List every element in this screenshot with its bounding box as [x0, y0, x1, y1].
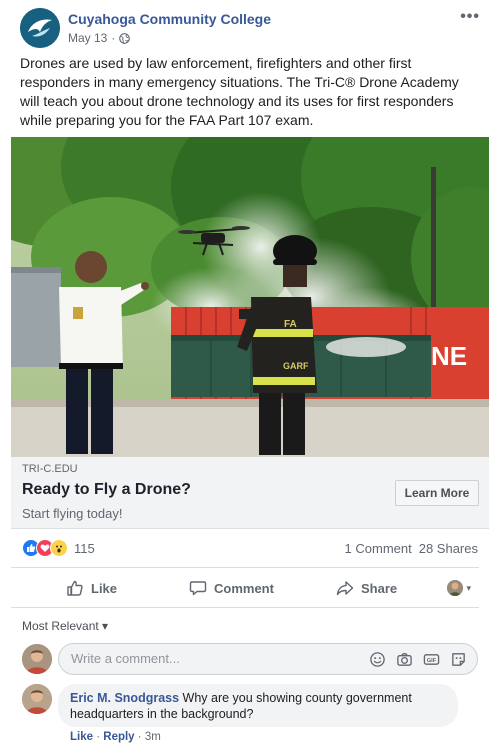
- post-as-selector[interactable]: ▾: [447, 580, 471, 596]
- link-subtitle: Start flying today!: [22, 506, 123, 521]
- comment-sort-label: Most Relevant: [22, 619, 99, 633]
- meta-separator: ·: [111, 31, 116, 45]
- comment-composer[interactable]: GIF: [58, 643, 478, 675]
- camera-icon[interactable]: [396, 651, 413, 668]
- post-date[interactable]: May 13: [68, 31, 107, 45]
- link-domain: TRI-C.EDU: [22, 463, 78, 475]
- share-arrow-icon: [336, 581, 354, 596]
- chevron-down-icon: ▾: [102, 619, 109, 633]
- share-label: Share: [361, 580, 398, 596]
- post-photo[interactable]: NE FA GARF: [11, 137, 489, 457]
- post-text: Drones are used by law enforcement, fire…: [20, 55, 459, 128]
- engagement-counts: 1 Comment 28 Shares: [345, 541, 478, 556]
- user-avatar-small: [447, 580, 464, 596]
- share-button[interactable]: Share: [336, 579, 397, 597]
- reaction-count[interactable]: 115: [74, 541, 95, 556]
- composer-icons: GIF: [369, 651, 467, 668]
- comment-bubble: Eric M. Snodgrass Why are you showing co…: [58, 684, 458, 727]
- more-options-icon[interactable]: •••: [460, 8, 480, 26]
- globe-icon: [119, 32, 131, 44]
- reactions-summary[interactable]: 115: [22, 538, 95, 558]
- emoji-icon[interactable]: [369, 651, 386, 668]
- post-meta: May 13 ·: [68, 31, 131, 45]
- divider: [11, 607, 479, 608]
- post-header: Cuyahoga Community College May 13 · •••: [20, 8, 480, 48]
- gif-icon[interactable]: GIF: [423, 651, 440, 668]
- comment-timestamp[interactable]: 3m: [145, 731, 161, 743]
- learn-more-button[interactable]: Learn More: [395, 480, 479, 506]
- thumbs-up-icon: [67, 580, 83, 596]
- commenter-name-link[interactable]: Eric M. Snodgrass: [70, 691, 179, 705]
- facebook-post: Cuyahoga Community College May 13 · ••• …: [0, 0, 490, 750]
- action-bar: Like Comment Share ▾: [11, 571, 479, 605]
- comment-like-link[interactable]: Like: [70, 731, 93, 743]
- page-avatar[interactable]: [20, 8, 60, 48]
- comment-sort-dropdown[interactable]: Most Relevant ▾: [22, 619, 108, 633]
- link-preview[interactable]: TRI-C.EDU Ready to Fly a Drone? Start fl…: [11, 457, 489, 529]
- divider: [11, 567, 479, 568]
- coat-lettering: GARF: [283, 361, 309, 371]
- comment-label: Comment: [214, 580, 274, 596]
- user-avatar[interactable]: [22, 644, 52, 674]
- sticker-icon[interactable]: [450, 651, 467, 668]
- chevron-down-icon: ▾: [466, 582, 471, 593]
- page-name-link[interactable]: Cuyahoga Community College: [68, 11, 271, 27]
- helmet-lettering: FA: [284, 319, 297, 330]
- like-label: Like: [91, 580, 118, 596]
- comment-button[interactable]: Comment: [189, 579, 274, 597]
- link-title[interactable]: Ready to Fly a Drone?: [22, 481, 191, 499]
- comment-actions: Like · Reply · 3m: [70, 731, 161, 743]
- comment-bubble-icon: [189, 581, 207, 596]
- container-lettering: NE: [431, 341, 467, 371]
- wow-reaction-icon: [50, 539, 68, 557]
- comment-count[interactable]: 1 Comment: [345, 541, 412, 556]
- like-button[interactable]: Like: [66, 579, 117, 597]
- commenter-avatar[interactable]: [22, 684, 52, 714]
- share-count[interactable]: 28 Shares: [419, 541, 478, 556]
- separator: ·: [137, 731, 142, 743]
- comment-reply-link[interactable]: Reply: [103, 731, 134, 743]
- svg-text:GIF: GIF: [427, 658, 437, 664]
- comment-input[interactable]: [71, 651, 351, 666]
- separator: ·: [96, 731, 101, 743]
